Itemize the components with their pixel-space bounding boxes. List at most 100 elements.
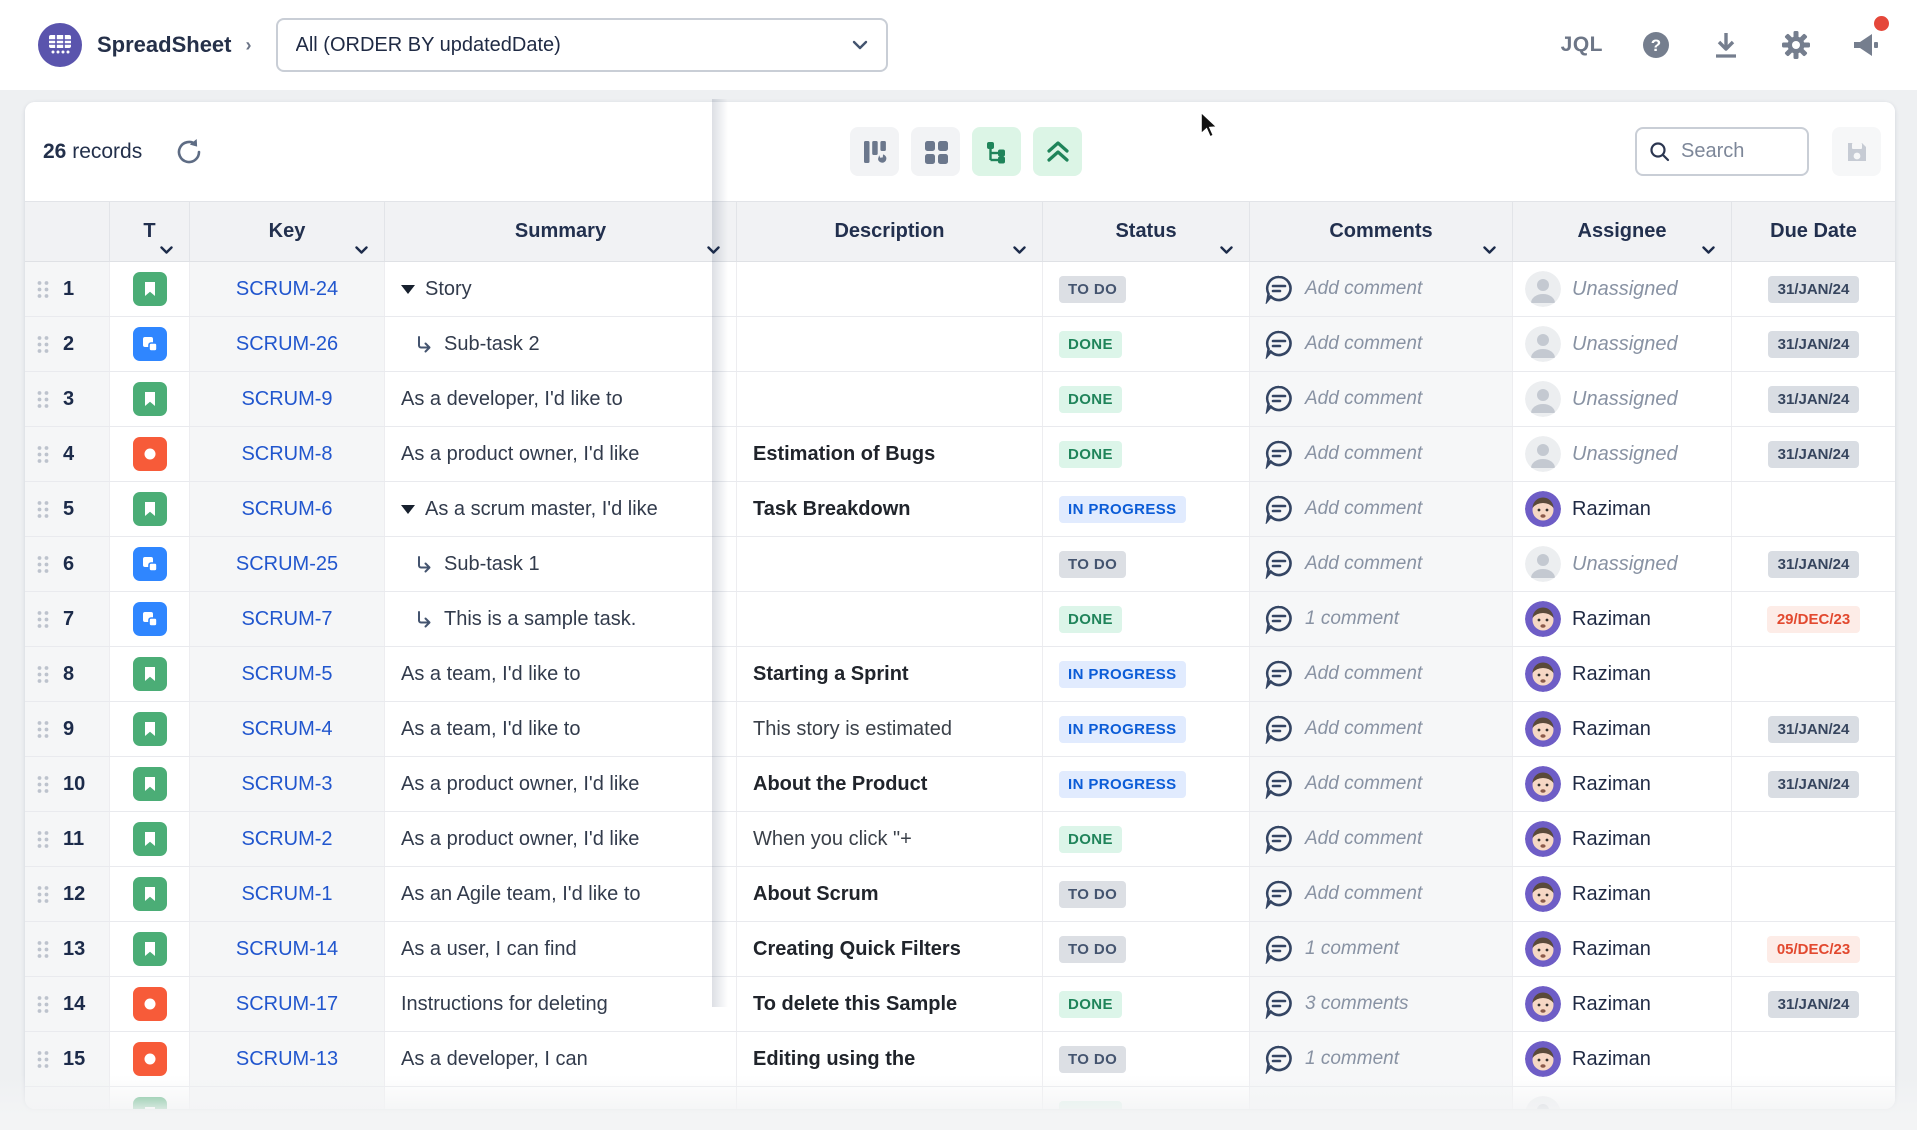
assignee-cell[interactable]: Raziman [1513, 812, 1732, 866]
assignee-cell[interactable]: Unassigned [1513, 427, 1732, 481]
news-button[interactable] [1849, 28, 1883, 62]
issue-type-cell[interactable] [110, 1087, 190, 1109]
summary-cell[interactable]: As a developer, I'd like to [385, 372, 737, 426]
description-cell[interactable] [737, 372, 1043, 426]
issue-key-link[interactable]: SCRUM-26 [236, 333, 338, 356]
refresh-button[interactable] [172, 135, 206, 169]
status-cell[interactable]: DONE [1043, 977, 1250, 1031]
assignee-cell[interactable]: Raziman [1513, 482, 1732, 536]
description-cell[interactable]: Task Breakdown [737, 482, 1043, 536]
due-date-cell[interactable]: 31/JAN/24 [1732, 317, 1895, 371]
column-header-rownum[interactable] [25, 202, 110, 261]
comments-cell[interactable]: Add comment [1250, 757, 1513, 811]
description-cell[interactable]: About the Product [737, 757, 1043, 811]
drag-handle-icon[interactable] [37, 610, 49, 629]
status-cell[interactable]: TO DO [1043, 867, 1250, 921]
drag-handle-icon[interactable] [37, 885, 49, 904]
due-date-cell[interactable]: 31/JAN/24 [1732, 537, 1895, 591]
description-cell[interactable]: This story is estimated [737, 702, 1043, 756]
assignee-cell[interactable]: Unassigned [1513, 317, 1732, 371]
due-date-cell[interactable]: 29/DEC/23 [1732, 592, 1895, 646]
issue-type-cell[interactable] [110, 427, 190, 481]
description-cell[interactable] [737, 537, 1043, 591]
drag-handle-icon[interactable] [37, 335, 49, 354]
collapse-all-button[interactable] [1033, 127, 1082, 176]
issue-key-link[interactable]: SCRUM-3 [241, 773, 332, 796]
issue-key-link[interactable]: SCRUM-6 [241, 498, 332, 521]
drag-handle-icon[interactable] [37, 445, 49, 464]
comments-cell[interactable]: Add comment [1250, 262, 1513, 316]
search-input[interactable] [1681, 140, 1791, 163]
due-date-cell[interactable] [1732, 482, 1895, 536]
drag-handle-icon[interactable] [37, 1050, 49, 1069]
issue-type-cell[interactable] [110, 592, 190, 646]
issue-type-cell[interactable] [110, 1032, 190, 1086]
issue-key-link[interactable]: SCRUM-25 [236, 553, 338, 576]
due-date-cell[interactable] [1732, 812, 1895, 866]
issue-key-link[interactable]: SCRUM-17 [236, 993, 338, 1016]
comments-cell[interactable]: Add comment [1250, 812, 1513, 866]
description-cell[interactable]: To delete this Sample [737, 977, 1043, 1031]
description-cell[interactable] [737, 262, 1043, 316]
summary-cell[interactable]: As a product owner, I'd like [385, 757, 737, 811]
drag-handle-icon[interactable] [37, 665, 49, 684]
status-cell[interactable]: IN PROGRESS [1043, 482, 1250, 536]
status-cell[interactable]: DONE [1043, 812, 1250, 866]
settings-button[interactable] [1779, 28, 1813, 62]
issue-key-link[interactable]: SCRUM-5 [241, 663, 332, 686]
drag-handle-icon[interactable] [37, 390, 49, 409]
assignee-cell[interactable]: Raziman [1513, 1032, 1732, 1086]
issue-type-cell[interactable] [110, 262, 190, 316]
summary-cell[interactable]: Instructions for deleting [385, 977, 737, 1031]
assignee-cell[interactable]: Unassigned [1513, 537, 1732, 591]
status-cell[interactable]: TO DO [1043, 537, 1250, 591]
assignee-cell[interactable]: Raziman [1513, 592, 1732, 646]
issue-key-link[interactable]: SCRUM-1 [241, 883, 332, 906]
drag-handle-icon[interactable] [37, 500, 49, 519]
comments-cell[interactable]: Add comment [1250, 427, 1513, 481]
summary-cell[interactable]: Sub-task 1 [385, 537, 737, 591]
description-cell[interactable] [737, 592, 1043, 646]
description-cell[interactable] [737, 1087, 1043, 1109]
export-button[interactable] [1709, 28, 1743, 62]
column-header-description[interactable]: Description [737, 202, 1043, 261]
grid-view-button[interactable] [911, 127, 960, 176]
assignee-cell[interactable]: Raziman [1513, 702, 1732, 756]
issue-type-cell[interactable] [110, 977, 190, 1031]
description-cell[interactable]: When you click "+ [737, 812, 1043, 866]
issue-type-cell[interactable] [110, 757, 190, 811]
due-date-cell[interactable] [1732, 647, 1895, 701]
issue-type-cell[interactable] [110, 812, 190, 866]
status-cell[interactable]: TO DO [1043, 922, 1250, 976]
comments-cell[interactable]: 1 comment [1250, 922, 1513, 976]
status-cell[interactable]: DONE [1043, 317, 1250, 371]
due-date-cell[interactable] [1732, 867, 1895, 921]
issue-key-link[interactable]: SCRUM-8 [241, 443, 332, 466]
assignee-cell[interactable]: Raziman [1513, 647, 1732, 701]
summary-cell[interactable]: As a product owner, I'd like [385, 812, 737, 866]
summary-cell[interactable]: Sub-task 2 [385, 317, 737, 371]
column-header-due-date[interactable]: Due Date [1732, 202, 1895, 261]
drag-handle-icon[interactable] [37, 775, 49, 794]
assignee-cell[interactable]: Unassigned [1513, 372, 1732, 426]
due-date-cell[interactable]: 31/JAN/24 [1732, 977, 1895, 1031]
save-button[interactable] [1832, 127, 1881, 176]
status-cell[interactable]: TO DO [1043, 1032, 1250, 1086]
expand-caret-icon[interactable] [401, 285, 415, 294]
help-button[interactable]: ? [1639, 28, 1673, 62]
drag-handle-icon[interactable] [37, 280, 49, 299]
drag-handle-icon[interactable] [37, 940, 49, 959]
column-header-assignee[interactable]: Assignee [1513, 202, 1732, 261]
summary-cell[interactable]: As a developer, I can [385, 1032, 737, 1086]
comments-cell[interactable]: Add comment [1250, 702, 1513, 756]
comments-cell[interactable]: Add comment [1250, 647, 1513, 701]
due-date-cell[interactable]: 31/JAN/24 [1732, 427, 1895, 481]
status-cell[interactable]: IN PROGRESS [1043, 647, 1250, 701]
assignee-cell[interactable]: Raziman [1513, 867, 1732, 921]
column-header-comments[interactable]: Comments [1250, 202, 1513, 261]
filter-dropdown[interactable]: All (ORDER BY updatedDate) [276, 18, 888, 72]
description-cell[interactable]: Starting a Sprint [737, 647, 1043, 701]
comments-cell[interactable]: Add comment [1250, 867, 1513, 921]
comments-cell[interactable]: Add comment [1250, 537, 1513, 591]
issue-type-cell[interactable] [110, 647, 190, 701]
